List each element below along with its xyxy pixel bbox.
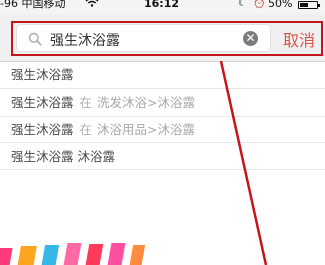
suggestion-list: 强生沐浴露 强生沐浴露在洗发沐浴>沐浴露 强生沐浴露在沐浴用品>沐浴露 强生沐浴…: [0, 62, 325, 170]
clear-search-icon[interactable]: ✕: [243, 31, 258, 46]
suggestion-keyword: 强生沐浴露 沐浴露: [11, 149, 115, 164]
suggestion-category: 沐浴用品>沐浴露: [97, 122, 196, 137]
alarm-icon: ⏰: [253, 0, 266, 9]
do-not-disturb-moon-icon: ☾: [238, 0, 247, 9]
suggestion-keyword: 强生沐浴露: [11, 67, 74, 82]
suggestion-keyword: 强生沐浴露: [11, 122, 74, 137]
watermark-banner-fragment: [0, 243, 146, 265]
cancel-button[interactable]: 取消: [283, 27, 315, 51]
suggestion-in-label: 在: [79, 122, 93, 137]
search-icon: [28, 32, 42, 46]
search-input[interactable]: 强生沐浴露 ✕: [16, 24, 271, 52]
status-bar: -96 中国移动 16:12 ☾ ⏰ 50%: [0, 0, 325, 14]
battery-icon: [298, 1, 320, 9]
battery-level-fill: [300, 3, 308, 7]
wifi-icon: [85, 0, 99, 7]
suggestion-item[interactable]: 强生沐浴露: [0, 62, 325, 89]
suggestion-item[interactable]: 强生沐浴露在沐浴用品>沐浴露: [0, 117, 325, 143]
clock-time: 16:12: [144, 0, 180, 10]
search-query-text[interactable]: 强生沐浴露: [50, 30, 120, 50]
suggestion-keyword: 强生沐浴露: [11, 95, 74, 110]
carrier-signal-label: -96 中国移动: [0, 0, 66, 10]
suggestion-category: 洗发沐浴>沐浴露: [97, 95, 196, 110]
suggestion-item[interactable]: 强生沐浴露在洗发沐浴>沐浴露: [0, 89, 325, 117]
suggestion-item[interactable]: 强生沐浴露 沐浴露: [0, 143, 325, 170]
search-header: 强生沐浴露 ✕ 取消: [0, 14, 325, 62]
suggestion-in-label: 在: [79, 95, 93, 110]
battery-percentage: 50%: [268, 0, 293, 10]
